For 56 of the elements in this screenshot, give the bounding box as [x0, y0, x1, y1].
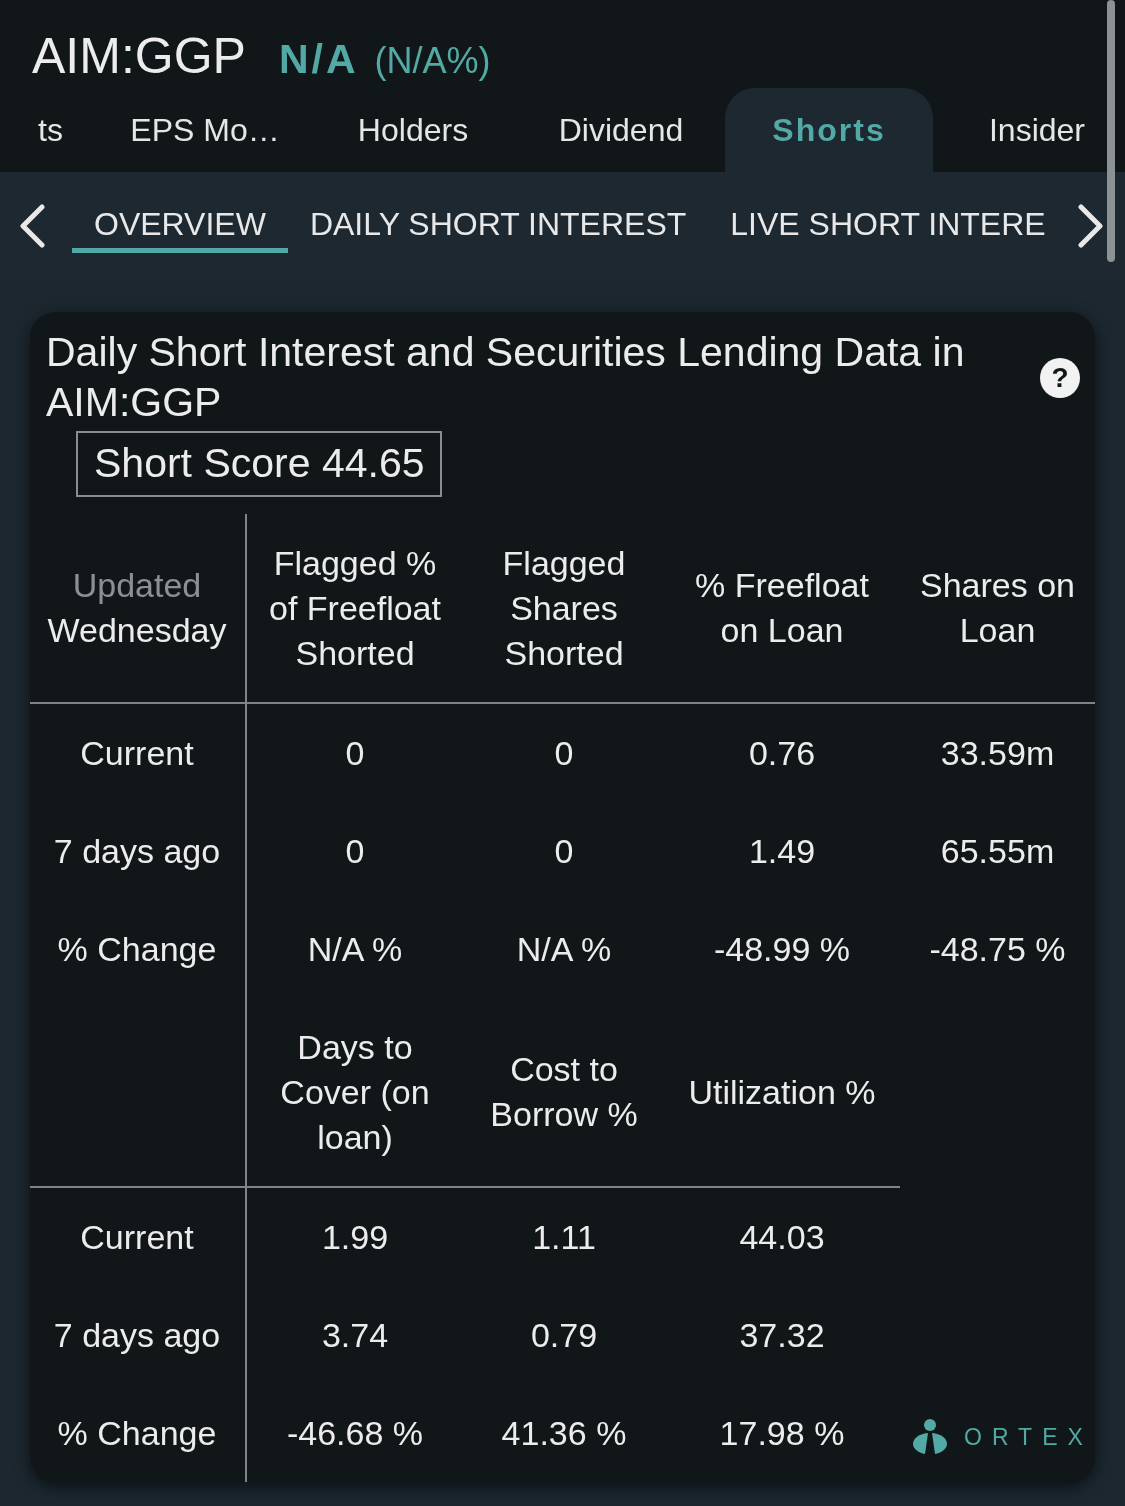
table-cell-text: 0.79	[530, 1314, 598, 1356]
updated-label: Updated	[72, 565, 202, 606]
tab[interactable]: EPS Mo…	[101, 88, 309, 172]
table-cell-text: 1.49	[748, 830, 816, 872]
table-cell-text: 1.99	[321, 1216, 389, 1258]
ticker-symbol: AIM:GGP	[32, 31, 246, 81]
column-header: Utilization %	[687, 1071, 877, 1113]
card-title: Daily Short Interest and Securities Lending Data in AIM:GGP	[46, 328, 966, 427]
row-label: 7 days ago	[53, 1314, 221, 1356]
updated-day: Wednesday	[47, 608, 227, 653]
table-cell-text: 1.11	[532, 1216, 596, 1258]
logo-text: ORTEX	[964, 1425, 1093, 1449]
subtab[interactable]: DAILY SHORT INTEREST	[287, 199, 709, 253]
table-cell-text: 0	[345, 732, 365, 774]
table-cell-text: 33.59m	[940, 732, 1055, 774]
row-label: Current	[80, 1216, 194, 1258]
subtab[interactable]: OVERVIEW	[72, 199, 288, 253]
column-header: Days to Cover (on loan)	[279, 1026, 431, 1158]
table-cell-text: N/A %	[516, 928, 612, 970]
column-header: % Freefloat on Loan	[694, 565, 870, 651]
price-value: N/A	[278, 39, 359, 80]
scrollbar[interactable]	[1107, 0, 1115, 262]
logo-icon	[913, 1419, 947, 1455]
row-label: Current	[80, 732, 194, 774]
table-cell-text: 44.03	[739, 1216, 825, 1258]
table-cell-text: 0	[345, 830, 365, 872]
table-cell-text: 0	[554, 732, 574, 774]
table-cell-text: N/A %	[307, 928, 403, 970]
tab[interactable]: ts	[0, 88, 101, 172]
table-cell-text: 65.55m	[940, 830, 1055, 872]
chevron-left-icon[interactable]	[18, 204, 46, 248]
short-score: Short Score 44.65	[76, 431, 443, 497]
tab[interactable]: Shorts	[725, 88, 933, 172]
subtab[interactable]: LIVE SHORT INTERE	[708, 199, 1068, 253]
table-cell-text: 0.76	[748, 732, 816, 774]
column-header: Flagged % of Freefloat Shorted	[268, 542, 442, 674]
column-header: Shares on Loan	[919, 565, 1076, 651]
tab[interactable]: Dividend	[517, 88, 725, 172]
table-cell-text: -48.75 %	[929, 928, 1066, 970]
table-cell-text: -48.99 %	[713, 928, 851, 970]
row-label: % Change	[57, 1412, 217, 1454]
table-cell-text: 3.74	[321, 1314, 389, 1356]
tab[interactable]: Insider	[933, 88, 1125, 172]
price-change: (N/A%)	[374, 43, 491, 79]
table-cell-text: 37.32	[739, 1314, 825, 1356]
tab[interactable]: Holders	[309, 88, 517, 172]
table-cell-text: 17.98 %	[719, 1412, 845, 1454]
column-header: Cost to Borrow %	[489, 1049, 639, 1135]
table-cell-text: -46.68 %	[286, 1412, 424, 1454]
row-label: % Change	[57, 928, 217, 970]
column-header: Flagged Shares Shorted	[501, 542, 627, 674]
chevron-right-icon[interactable]	[1077, 204, 1105, 248]
table-cell-text: 41.36 %	[501, 1412, 627, 1454]
table-cell-text: 0	[554, 830, 574, 872]
row-label: 7 days ago	[53, 830, 221, 872]
help-button[interactable]: ?	[1040, 358, 1080, 398]
